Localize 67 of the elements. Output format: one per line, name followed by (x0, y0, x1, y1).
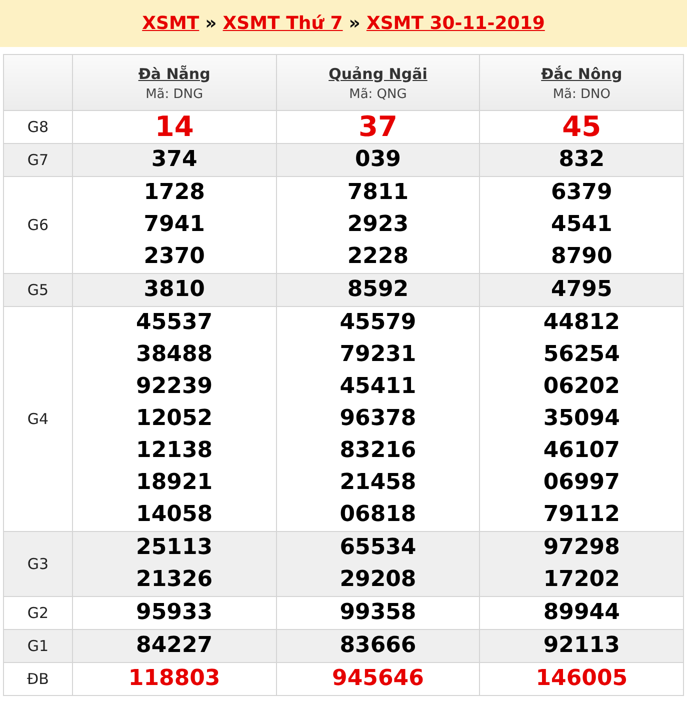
breadcrumb-separator: » (205, 13, 217, 34)
result-number: 2228 (346, 243, 410, 271)
result-number: 29208 (338, 566, 418, 594)
result-number: 45579 (338, 309, 418, 337)
result-number: 97298 (542, 534, 621, 562)
result-number: 14058 (135, 501, 214, 529)
result-number: 56254 (542, 341, 621, 369)
province-link[interactable]: Đà Nẵng (138, 64, 210, 82)
result-number: 35094 (542, 405, 621, 433)
prize-label: G4 (4, 306, 72, 532)
result-number: 06818 (338, 501, 418, 529)
result-number: 2370 (142, 243, 206, 271)
result-number: 92113 (542, 632, 621, 660)
result-number: 83216 (338, 437, 418, 465)
result-number: 96378 (338, 405, 418, 433)
result-number: 12138 (135, 437, 214, 465)
result-number: 46107 (542, 437, 621, 465)
result-number: 89944 (542, 599, 621, 627)
result-number: 118803 (127, 665, 222, 693)
result-number: 92239 (135, 373, 214, 401)
result-number: 12052 (135, 405, 214, 433)
result-number: 18921 (135, 469, 214, 497)
result-number: 039 (354, 146, 402, 174)
result-number: 17202 (542, 566, 621, 594)
result-number: 65534 (338, 534, 418, 562)
result-number: 7941 (142, 211, 206, 239)
result-number: 45411 (338, 373, 418, 401)
province-code: Mã: DNG (144, 86, 204, 102)
prize-label: ĐB (4, 662, 72, 696)
result-number: 8592 (346, 276, 410, 304)
result-number: 25113 (135, 534, 214, 562)
result-number: 06997 (542, 469, 621, 497)
result-number: 374 (150, 146, 198, 174)
result-number: 99358 (338, 599, 418, 627)
breadcrumb-link[interactable]: XSMT Thứ 7 (222, 13, 343, 34)
result-number: 79231 (338, 341, 418, 369)
province-link[interactable]: Đắc Nông (541, 64, 622, 82)
result-number: 38488 (135, 341, 214, 369)
result-number: 21326 (135, 566, 214, 594)
breadcrumb-link[interactable]: XSMT (142, 13, 200, 34)
result-number: 146005 (534, 665, 629, 693)
result-number: 1728 (142, 179, 206, 207)
result-number: 7811 (346, 179, 410, 207)
result-number: 4795 (550, 276, 614, 304)
result-number: 6379 (550, 179, 614, 207)
province-code: Mã: QNG (348, 86, 408, 102)
result-number: 3810 (142, 276, 206, 304)
result-number: 4541 (550, 211, 614, 239)
result-number: 83666 (338, 632, 418, 660)
breadcrumb-link[interactable]: XSMT 30-11-2019 (366, 13, 545, 34)
result-number: 14 (154, 111, 195, 143)
result-number: 832 (558, 146, 606, 174)
result-number: 84227 (135, 632, 214, 660)
province-link[interactable]: Quảng Ngãi (328, 64, 428, 82)
breadcrumb-separator: » (348, 13, 360, 34)
result-number: 8790 (550, 243, 614, 271)
result-number: 06202 (542, 373, 621, 401)
result-number: 45 (561, 111, 602, 143)
result-number: 44812 (542, 309, 621, 337)
result-number: 79112 (542, 501, 621, 529)
result-number: 37 (358, 111, 398, 143)
result-number: 21458 (338, 469, 418, 497)
result-number: 95933 (135, 599, 214, 627)
result-number: 2923 (346, 211, 410, 239)
result-number: 945646 (331, 665, 425, 693)
province-code: Mã: DNO (552, 86, 612, 102)
result-number: 45537 (135, 309, 214, 337)
